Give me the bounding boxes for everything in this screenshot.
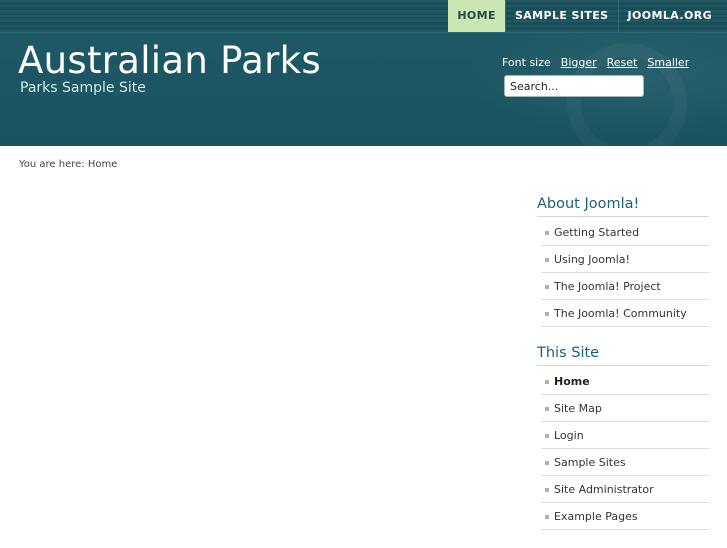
menu-item-label: Home: [554, 375, 590, 388]
module-title-this-site: This Site: [537, 345, 709, 366]
top-bar: HOME SAMPLE SITES JOOMLA.ORG: [0, 0, 727, 33]
font-smaller-link[interactable]: Smaller: [647, 56, 689, 69]
nav-sample-sites[interactable]: SAMPLE SITES: [504, 0, 618, 32]
module-this-site: This Site Home Site Map Login Sample Sit…: [537, 345, 709, 530]
sidebar: About Joomla! Getting Started Using Joom…: [537, 196, 709, 548]
menu-item-using-joomla[interactable]: Using Joomla!: [541, 246, 709, 273]
nav-joomla-org[interactable]: JOOMLA.ORG: [617, 0, 722, 32]
module-title-about: About Joomla!: [537, 196, 709, 217]
font-reset-link[interactable]: Reset: [607, 56, 638, 69]
menu-item-site-administrator[interactable]: Site Administrator: [541, 476, 709, 503]
menu-item-label: Example Pages: [554, 510, 638, 523]
nav-home[interactable]: HOME: [448, 0, 505, 32]
menu-item-label: The Joomla! Project: [554, 280, 661, 293]
font-size-controls: Font size Bigger Reset Smaller: [502, 56, 689, 69]
site-header: Australian Parks Parks Sample Site Font …: [0, 33, 727, 146]
bullet-icon: [545, 407, 549, 411]
menu-item-label: Site Map: [554, 402, 602, 415]
menu-item-sample-sites[interactable]: Sample Sites: [541, 449, 709, 476]
bullet-icon: [545, 258, 549, 262]
menu-item-example-pages[interactable]: Example Pages: [541, 503, 709, 530]
bullet-icon: [545, 312, 549, 316]
module-about-joomla: About Joomla! Getting Started Using Joom…: [537, 196, 709, 327]
search-input[interactable]: [504, 75, 644, 97]
menu-item-login[interactable]: Login: [541, 422, 709, 449]
menu-item-getting-started[interactable]: Getting Started: [541, 219, 709, 246]
font-size-label: Font size: [502, 56, 551, 69]
menu-item-label: Getting Started: [554, 226, 640, 239]
menu-item-site-map[interactable]: Site Map: [541, 395, 709, 422]
about-menu: Getting Started Using Joomla! The Joomla…: [537, 219, 709, 327]
this-site-menu: Home Site Map Login Sample Sites Site Ad…: [537, 368, 709, 530]
menu-item-home[interactable]: Home: [541, 368, 709, 395]
bullet-icon: [545, 231, 549, 235]
top-navigation: HOME SAMPLE SITES JOOMLA.ORG: [448, 0, 721, 32]
breadcrumb: You are here: Home: [19, 159, 118, 170]
menu-item-label: The Joomla! Community: [554, 307, 687, 320]
bullet-icon: [545, 285, 549, 289]
menu-item-label: Site Administrator: [554, 483, 654, 496]
menu-item-label: Using Joomla!: [554, 253, 630, 266]
bullet-icon: [545, 380, 549, 384]
bullet-icon: [545, 515, 549, 519]
menu-item-joomla-community[interactable]: The Joomla! Community: [541, 300, 709, 327]
bullet-icon: [545, 488, 549, 492]
site-subtitle: Parks Sample Site: [20, 80, 146, 96]
bullet-icon: [545, 434, 549, 438]
menu-item-label: Login: [554, 429, 584, 442]
font-bigger-link[interactable]: Bigger: [561, 56, 597, 69]
site-title[interactable]: Australian Parks: [18, 39, 321, 82]
menu-item-joomla-project[interactable]: The Joomla! Project: [541, 273, 709, 300]
bullet-icon: [545, 461, 549, 465]
menu-item-label: Sample Sites: [554, 456, 626, 469]
